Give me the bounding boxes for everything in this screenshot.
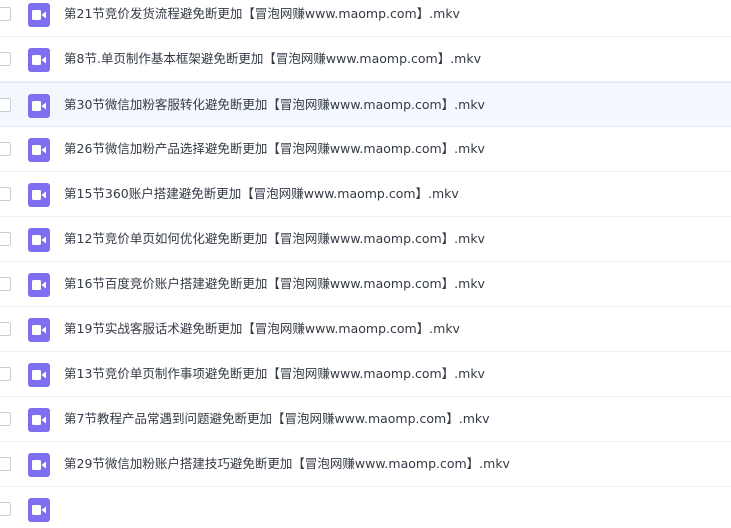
file-name[interactable]: 第16节百度竞价账户搭建避免断更加【冒泡网赚www.maomp.com】.mkv <box>64 276 485 292</box>
row-checkbox[interactable] <box>0 98 11 112</box>
video-file-icon <box>28 138 50 162</box>
video-file-icon <box>28 183 50 207</box>
file-name[interactable]: 第26节微信加粉产品选择避免断更加【冒泡网赚www.maomp.com】.mkv <box>64 141 485 157</box>
file-row-partial[interactable] <box>0 487 731 528</box>
file-name[interactable]: 第13节竞价单页制作事项避免断更加【冒泡网赚www.maomp.com】.mkv <box>64 366 485 382</box>
file-row[interactable]: 第26节微信加粉产品选择避免断更加【冒泡网赚www.maomp.com】.mkv <box>0 127 731 172</box>
video-file-icon <box>28 363 50 387</box>
row-checkbox[interactable] <box>0 142 11 156</box>
video-file-icon <box>28 228 50 252</box>
video-file-icon <box>28 318 50 342</box>
file-rows: 第21节竞价发货流程避免断更加【冒泡网赚www.maomp.com】.mkv 第… <box>0 0 731 528</box>
file-row-hovered[interactable]: 第30节微信加粉客服转化避免断更加【冒泡网赚www.maomp.com】.mkv <box>0 82 731 127</box>
file-row[interactable]: 第7节教程产品常遇到问题避免断更加【冒泡网赚www.maomp.com】.mkv <box>0 397 731 442</box>
video-file-icon <box>28 498 50 522</box>
file-list: 第21节竞价发货流程避免断更加【冒泡网赚www.maomp.com】.mkv 第… <box>0 0 731 528</box>
file-name[interactable]: 第8节.单页制作基本框架避免断更加【冒泡网赚www.maomp.com】.mkv <box>64 51 481 67</box>
video-file-icon <box>28 453 50 477</box>
file-row[interactable]: 第12节竞价单页如何优化避免断更加【冒泡网赚www.maomp.com】.mkv <box>0 217 731 262</box>
file-name[interactable]: 第29节微信加粉账户搭建技巧避免断更加【冒泡网赚www.maomp.com】.m… <box>64 456 510 472</box>
file-row[interactable]: 第13节竞价单页制作事项避免断更加【冒泡网赚www.maomp.com】.mkv <box>0 352 731 397</box>
row-checkbox[interactable] <box>0 277 11 291</box>
video-file-icon <box>28 48 50 72</box>
video-file-icon <box>28 408 50 432</box>
row-checkbox[interactable] <box>0 457 11 471</box>
row-checkbox[interactable] <box>0 322 11 336</box>
row-checkbox[interactable] <box>0 502 11 516</box>
file-row[interactable]: 第29节微信加粉账户搭建技巧避免断更加【冒泡网赚www.maomp.com】.m… <box>0 442 731 487</box>
file-row[interactable]: 第8节.单页制作基本框架避免断更加【冒泡网赚www.maomp.com】.mkv <box>0 37 731 82</box>
row-checkbox[interactable] <box>0 412 11 426</box>
video-file-icon <box>28 3 50 27</box>
file-name[interactable]: 第30节微信加粉客服转化避免断更加【冒泡网赚www.maomp.com】.mkv <box>64 97 485 113</box>
file-row[interactable]: 第21节竞价发货流程避免断更加【冒泡网赚www.maomp.com】.mkv <box>0 0 731 37</box>
video-file-icon <box>28 273 50 297</box>
row-checkbox[interactable] <box>0 232 11 246</box>
row-checkbox[interactable] <box>0 187 11 201</box>
file-row[interactable]: 第16节百度竞价账户搭建避免断更加【冒泡网赚www.maomp.com】.mkv <box>0 262 731 307</box>
row-checkbox[interactable] <box>0 367 11 381</box>
row-checkbox[interactable] <box>0 52 11 66</box>
file-name[interactable]: 第21节竞价发货流程避免断更加【冒泡网赚www.maomp.com】.mkv <box>64 6 460 22</box>
file-row[interactable]: 第19节实战客服话术避免断更加【冒泡网赚www.maomp.com】.mkv <box>0 307 731 352</box>
file-name[interactable]: 第19节实战客服话术避免断更加【冒泡网赚www.maomp.com】.mkv <box>64 321 460 337</box>
file-name[interactable]: 第15节360账户搭建避免断更加【冒泡网赚www.maomp.com】.mkv <box>64 186 459 202</box>
video-file-icon <box>28 94 50 118</box>
row-checkbox[interactable] <box>0 7 11 21</box>
file-row[interactable]: 第15节360账户搭建避免断更加【冒泡网赚www.maomp.com】.mkv <box>0 172 731 217</box>
file-name[interactable]: 第12节竞价单页如何优化避免断更加【冒泡网赚www.maomp.com】.mkv <box>64 231 485 247</box>
file-name[interactable]: 第7节教程产品常遇到问题避免断更加【冒泡网赚www.maomp.com】.mkv <box>64 411 490 427</box>
